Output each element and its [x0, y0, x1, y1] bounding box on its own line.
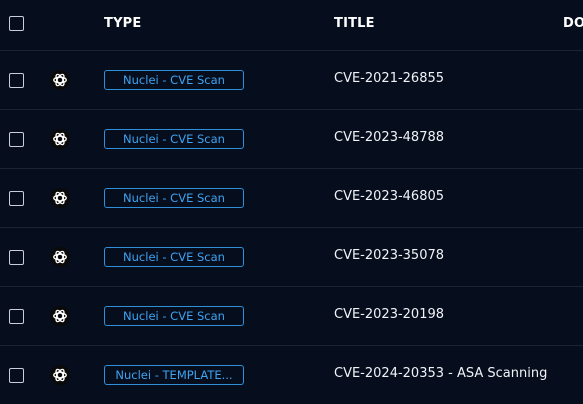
table-row[interactable]: Nuclei - CVE Scan CVE-2021-26855 — [0, 51, 583, 110]
row-title[interactable]: CVE-2024-20353 - ASA Scanning — [334, 366, 547, 381]
type-badge: Nuclei - CVE Scan — [104, 129, 244, 149]
row-title[interactable]: CVE-2023-46805 — [334, 189, 444, 204]
openai-logo-icon — [50, 188, 70, 208]
table-row[interactable]: Nuclei - TEMPLATE... CVE-2024-20353 - AS… — [0, 346, 583, 404]
type-badge: Nuclei - CVE Scan — [104, 306, 244, 326]
select-all-checkbox[interactable] — [9, 16, 24, 31]
row-title[interactable]: CVE-2023-20198 — [334, 307, 444, 322]
type-badge: Nuclei - CVE Scan — [104, 247, 244, 267]
results-table: TYPE TITLE DO Nuclei - CVE Scan CVE-2021… — [0, 0, 583, 404]
table-row[interactable]: Nuclei - CVE Scan CVE-2023-35078 — [0, 228, 583, 287]
row-checkbox[interactable] — [9, 73, 24, 88]
table-row[interactable]: Nuclei - CVE Scan CVE-2023-46805 — [0, 169, 583, 228]
row-checkbox[interactable] — [9, 132, 24, 147]
column-header-domain[interactable]: DO — [563, 16, 583, 31]
type-badge: Nuclei - CVE Scan — [104, 188, 244, 208]
row-title[interactable]: CVE-2023-35078 — [334, 248, 444, 263]
row-checkbox[interactable] — [9, 368, 24, 383]
openai-logo-icon — [50, 129, 70, 149]
table-row[interactable]: Nuclei - CVE Scan CVE-2023-20198 — [0, 287, 583, 346]
openai-logo-icon — [50, 306, 70, 326]
openai-logo-icon — [50, 70, 70, 90]
column-header-title[interactable]: TITLE — [334, 16, 375, 31]
table-row[interactable]: Nuclei - CVE Scan CVE-2023-48788 — [0, 110, 583, 169]
type-badge: Nuclei - CVE Scan — [104, 70, 244, 90]
row-checkbox[interactable] — [9, 309, 24, 324]
row-checkbox[interactable] — [9, 250, 24, 265]
type-badge: Nuclei - TEMPLATE... — [104, 365, 244, 385]
openai-logo-icon — [50, 247, 70, 267]
column-header-type[interactable]: TYPE — [104, 16, 142, 31]
row-title[interactable]: CVE-2023-48788 — [334, 130, 444, 145]
table-header: TYPE TITLE DO — [0, 0, 583, 51]
row-checkbox[interactable] — [9, 191, 24, 206]
row-title[interactable]: CVE-2021-26855 — [334, 71, 444, 86]
openai-logo-icon — [50, 365, 70, 385]
